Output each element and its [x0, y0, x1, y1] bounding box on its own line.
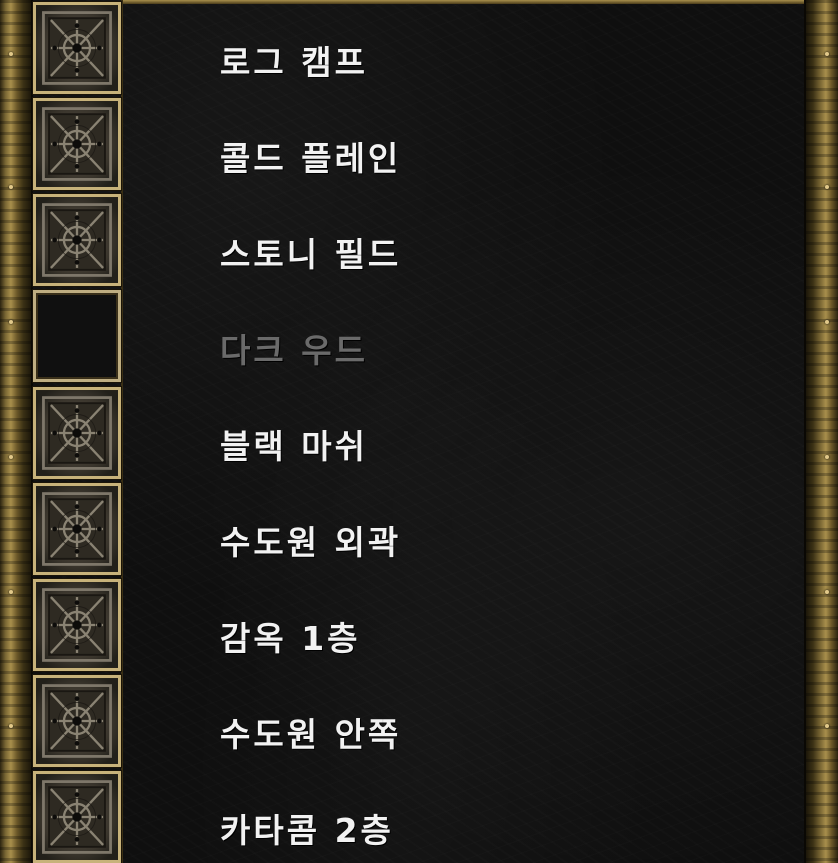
waypoint-slot-locked: [33, 290, 121, 382]
waypoint-label[interactable]: 수도원 외곽: [220, 523, 401, 563]
waypoint-slot[interactable]: [33, 483, 121, 575]
frame-rivet: [825, 590, 829, 594]
waypoint-slot[interactable]: [33, 771, 121, 863]
waypoint-rune-icon: [36, 390, 118, 476]
icon-column-divider: [121, 0, 123, 863]
waypoint-label[interactable]: 감옥 1층: [220, 619, 361, 659]
frame-rivet: [9, 185, 13, 189]
waypoint-slot[interactable]: [33, 2, 121, 94]
right-frame-border: [804, 0, 838, 863]
waypoint-rune-icon: [36, 101, 118, 187]
frame-rivet: [9, 52, 13, 56]
waypoint-panel: 로그 캠프 콜드 플레인 스토니 필드 다크 우드 블랙 마쉬 수도원 외곽 감…: [0, 0, 838, 863]
waypoint-label[interactable]: 콜드 플레인: [220, 139, 401, 179]
frame-rivet: [825, 185, 829, 189]
waypoint-rune-icon: [36, 582, 118, 668]
frame-rivet: [825, 724, 829, 728]
waypoint-rune-icon: [36, 678, 118, 764]
waypoint-label[interactable]: 카타콤 2층: [220, 811, 394, 851]
top-frame-border: [122, 0, 804, 4]
waypoint-slot[interactable]: [33, 98, 121, 190]
waypoint-rune-icon: [36, 5, 118, 91]
frame-rivet: [9, 320, 13, 324]
waypoint-slot[interactable]: [33, 387, 121, 479]
frame-rivet: [825, 52, 829, 56]
waypoint-label-locked: 다크 우드: [220, 331, 368, 370]
waypoint-rune-icon: [36, 197, 118, 283]
frame-rivet: [9, 590, 13, 594]
waypoint-rune-icon: [36, 486, 118, 572]
waypoint-label[interactable]: 로그 캠프: [220, 43, 368, 83]
waypoint-slot[interactable]: [33, 579, 121, 671]
frame-rivet: [825, 455, 829, 459]
frame-rivet: [9, 724, 13, 728]
waypoint-rune-icon: [36, 774, 118, 860]
left-frame-border: [0, 0, 33, 863]
waypoint-label[interactable]: 수도원 안쪽: [220, 715, 401, 755]
frame-rivet: [9, 455, 13, 459]
frame-rivet: [825, 320, 829, 324]
waypoint-label[interactable]: 블랙 마쉬: [220, 427, 368, 467]
waypoint-slot[interactable]: [33, 675, 121, 767]
waypoint-slot[interactable]: [33, 194, 121, 286]
waypoint-label[interactable]: 스토니 필드: [220, 235, 401, 275]
